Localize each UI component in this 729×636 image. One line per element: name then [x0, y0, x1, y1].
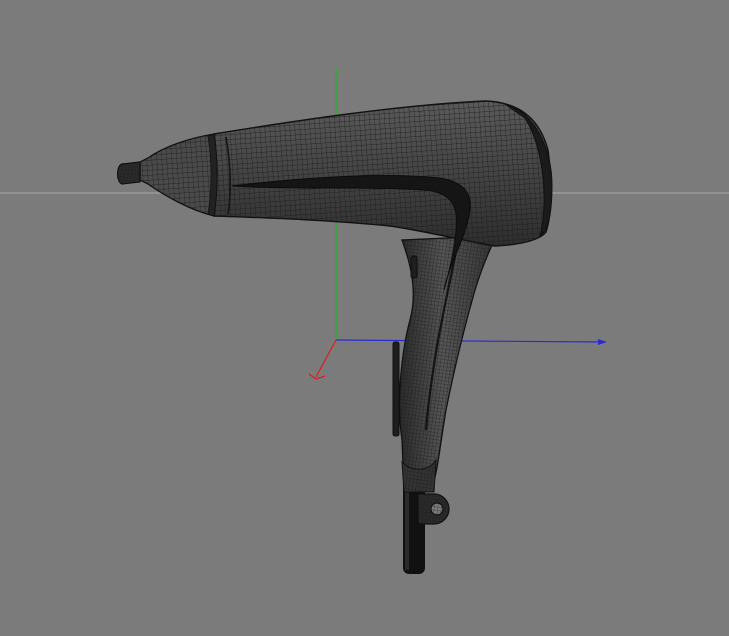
z-axis-line	[315, 339, 337, 378]
x-axis-arrow	[598, 339, 607, 345]
concentrator-nozzle	[116, 133, 218, 217]
side-switch-bottom	[392, 341, 400, 437]
viewport-canvas[interactable]	[0, 0, 729, 636]
hair-dryer-model[interactable]	[116, 100, 553, 574]
3d-viewport[interactable]	[0, 0, 729, 636]
dryer-handle	[392, 235, 497, 493]
x-axis-line	[335, 339, 603, 343]
side-switch-top	[410, 255, 418, 279]
dryer-barrel	[213, 100, 553, 291]
hanging-loop	[417, 493, 450, 525]
